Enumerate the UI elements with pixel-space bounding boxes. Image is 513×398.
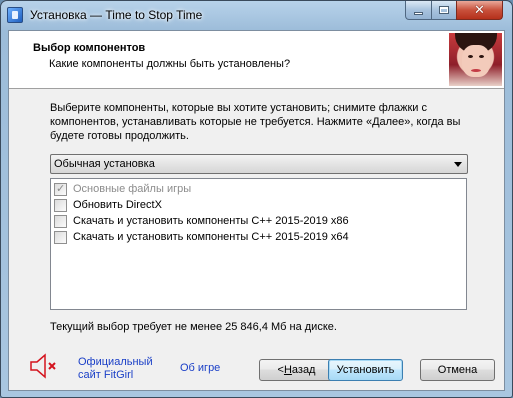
close-button[interactable]: ✕ [456, 1, 503, 20]
minimize-icon [414, 11, 423, 15]
component-label[interactable]: Обновить DirectX [73, 199, 162, 211]
component-item-vcpp-x86[interactable]: Скачать и установить компоненты C++ 2015… [54, 213, 349, 229]
about-game-link[interactable]: Об игре [180, 362, 220, 375]
disk-space-requirement: Текущий выбор требует не менее 25 846,4 … [50, 321, 337, 333]
component-checkbox-vcpp-x64[interactable] [54, 230, 67, 244]
component-item-vcpp-x64[interactable]: Скачать и установить компоненты C++ 2015… [54, 229, 349, 245]
wizard-header: Выбор компонентов Какие компоненты должн… [9, 31, 504, 89]
page-title: Выбор компонентов [33, 42, 146, 54]
close-icon: ✕ [474, 2, 485, 18]
install-button[interactable]: Установить [328, 359, 403, 381]
window-title: Установка — Time to Stop Time [30, 8, 203, 22]
chevron-down-icon[interactable] [454, 162, 462, 167]
component-checkbox-main-files [54, 182, 67, 196]
maximize-icon [439, 6, 449, 14]
instructions-text: Выберите компоненты, которые вы хотите у… [50, 102, 461, 142]
component-item-main-files: Основные файлы игры [54, 181, 191, 197]
install-type-value: Обычная установка [54, 158, 155, 170]
speaker-muted-icon[interactable] [27, 352, 59, 380]
maximize-button[interactable] [431, 1, 457, 20]
title-bar[interactable]: Установка — Time to Stop Time ✕ [1, 1, 512, 29]
component-item-directx[interactable]: Обновить DirectX [54, 197, 162, 213]
back-button[interactable]: < Назад [259, 359, 334, 381]
header-picture [449, 33, 502, 86]
wizard-client-area: Выбор компонентов Какие компоненты должн… [8, 30, 505, 391]
installer-window: Установка — Time to Stop Time ✕ Выбор ко… [0, 0, 513, 398]
component-label[interactable]: Скачать и установить компоненты C++ 2015… [73, 215, 349, 227]
page-subtitle: Какие компоненты должны быть установлены… [49, 58, 291, 70]
setup-app-icon [7, 7, 23, 23]
minimize-button[interactable] [405, 1, 432, 20]
cancel-button[interactable]: Отмена [420, 359, 495, 381]
install-type-dropdown[interactable]: Обычная установка [50, 154, 468, 174]
component-checkbox-vcpp-x86[interactable] [54, 214, 67, 228]
component-label: Основные файлы игры [73, 183, 192, 195]
components-list[interactable]: Основные файлы игры Обновить DirectX Ска… [50, 178, 467, 310]
fitgirl-site-link[interactable]: Официальный сайт FitGirl [78, 356, 153, 382]
component-checkbox-directx[interactable] [54, 198, 67, 212]
component-label[interactable]: Скачать и установить компоненты C++ 2015… [73, 231, 349, 243]
